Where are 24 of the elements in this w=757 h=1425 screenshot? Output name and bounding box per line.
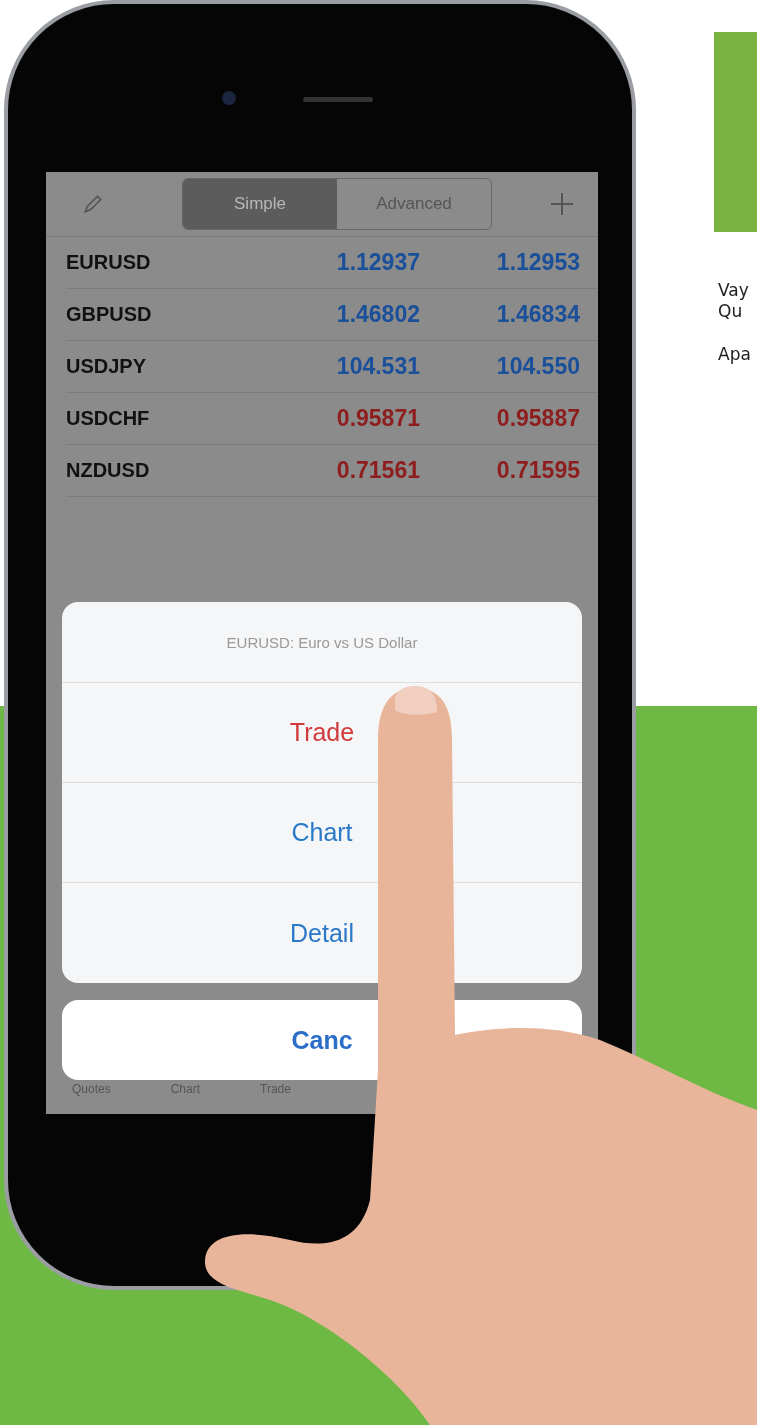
sheet-title: EURUSD: Euro vs US Dollar (62, 602, 582, 683)
bid-price: 0.95871 (335, 405, 420, 432)
add-icon[interactable] (550, 192, 574, 216)
segment-tab[interactable]: Simple (183, 179, 337, 229)
camera-icon (222, 91, 236, 105)
symbol-label: EURUSD (66, 251, 152, 274)
ask-price: 0.71595 (495, 457, 580, 484)
body-text: Vay Qu (718, 280, 750, 322)
action-button[interactable]: Detail (62, 883, 582, 983)
ask-price: 104.550 (495, 353, 580, 380)
pencil-icon[interactable] (82, 193, 104, 215)
symbol-label: USDCHF (66, 407, 151, 430)
symbol-label: GBPUSD (66, 303, 153, 326)
bid-price: 1.46802 (335, 301, 420, 328)
symbol-label: NZDUSD (66, 459, 151, 482)
bid-price: 0.71561 (335, 457, 420, 484)
ask-price: 1.46834 (495, 301, 580, 328)
symbol-label: USDJPY (66, 355, 148, 378)
bid-price: 104.531 (335, 353, 420, 380)
speaker-grille (303, 97, 373, 102)
body-text: Apa (718, 344, 752, 365)
bid-price: 1.12937 (335, 249, 420, 276)
ask-price: 0.95887 (495, 405, 580, 432)
ask-price: 1.12953 (495, 249, 580, 276)
